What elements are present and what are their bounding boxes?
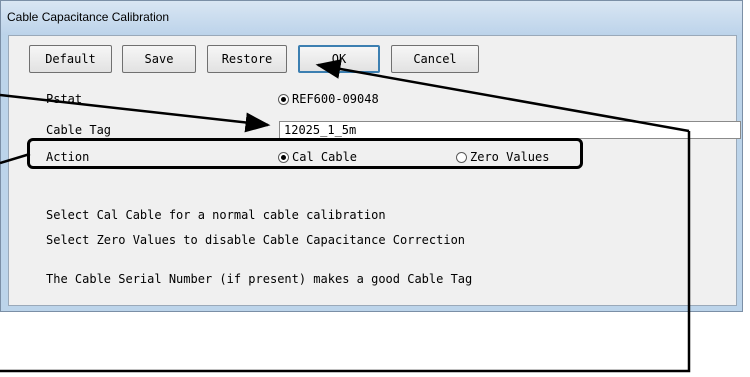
line-to-action-box — [0, 152, 31, 165]
routing-line — [0, 131, 691, 373]
annotation-arrows — [0, 59, 691, 373]
arrow-to-ok-button — [315, 59, 690, 133]
arrow-to-cable-tag — [0, 93, 271, 133]
